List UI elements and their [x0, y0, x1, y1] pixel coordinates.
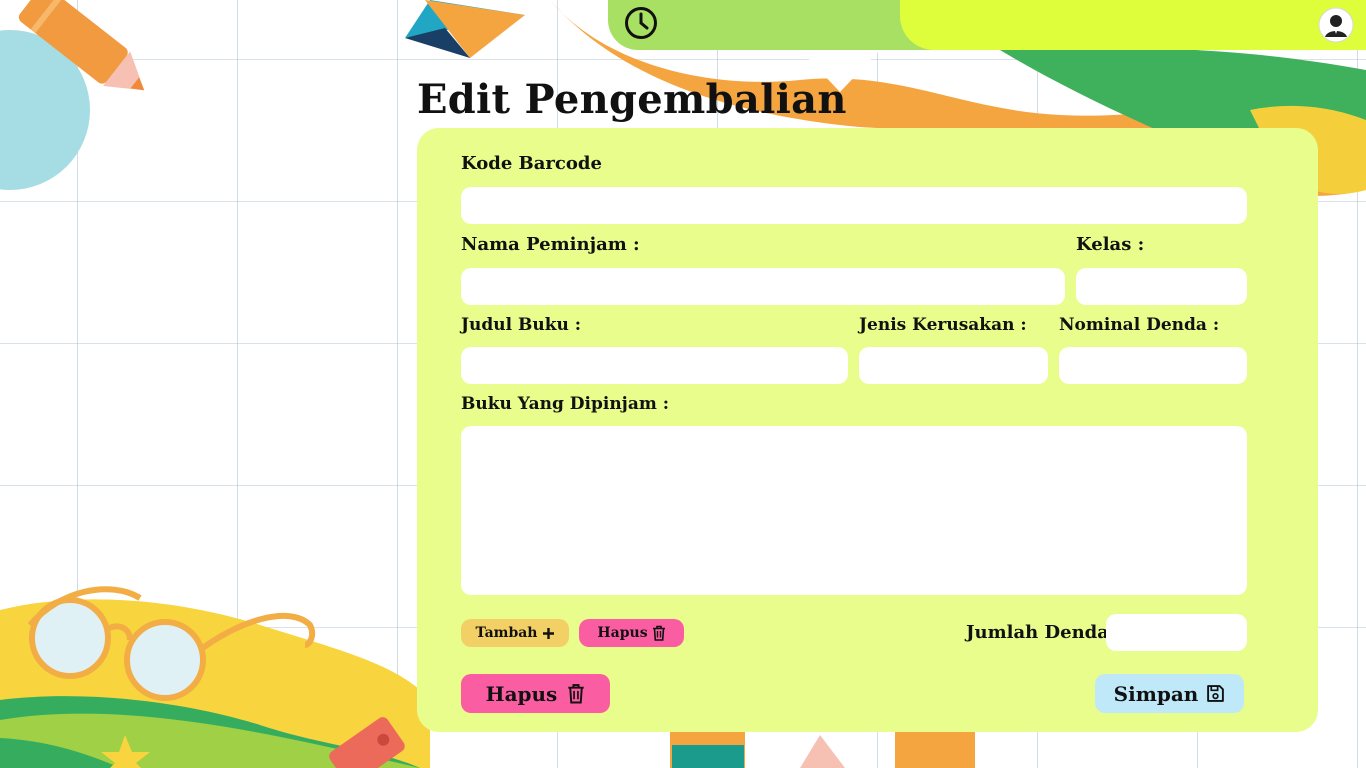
nominal-denda-label: Nominal Denda : — [1059, 315, 1220, 335]
buku-dipinjam-textarea[interactable] — [461, 426, 1247, 595]
nama-peminjam-input[interactable] — [461, 268, 1065, 305]
trash-icon — [568, 684, 585, 704]
user-avatar-icon[interactable] — [1318, 7, 1354, 43]
judul-buku-label: Judul Buku : — [461, 315, 582, 335]
jenis-kerusakan-label: Jenis Kerusakan : — [859, 315, 1027, 335]
nominal-denda-input[interactable] — [1059, 347, 1247, 384]
save-icon — [1207, 685, 1225, 702]
kode-barcode-input[interactable] — [461, 187, 1247, 224]
buku-dipinjam-label: Buku Yang Dipinjam : — [461, 394, 670, 414]
trash-icon — [652, 625, 665, 641]
simpan-button-label: Simpan — [1113, 681, 1199, 706]
hapus-button-label: Hapus — [485, 681, 558, 706]
kelas-input[interactable] — [1076, 268, 1247, 305]
tambah-button-label: Tambah — [475, 625, 538, 641]
jumlah-denda-input[interactable] — [1106, 614, 1247, 651]
hapus-button[interactable]: Hapus — [461, 674, 610, 713]
jumlah-denda-label: Jumlah Denda : — [966, 622, 1122, 643]
clock-icon[interactable] — [623, 5, 659, 41]
nama-peminjam-label: Nama Peminjam : — [461, 234, 640, 255]
top-bar-accent — [900, 0, 1366, 50]
judul-buku-input[interactable] — [461, 347, 848, 384]
jenis-kerusakan-input[interactable] — [859, 347, 1048, 384]
hapus-item-button[interactable]: Hapus — [579, 619, 684, 647]
page-title: Edit Pengembalian — [417, 76, 847, 123]
kode-barcode-label: Kode Barcode — [461, 153, 602, 174]
hapus-item-button-label: Hapus — [597, 625, 648, 641]
tambah-button[interactable]: Tambah — [461, 619, 569, 647]
kelas-label: Kelas : — [1076, 234, 1145, 255]
simpan-button[interactable]: Simpan — [1095, 674, 1244, 713]
plus-icon — [542, 627, 554, 639]
